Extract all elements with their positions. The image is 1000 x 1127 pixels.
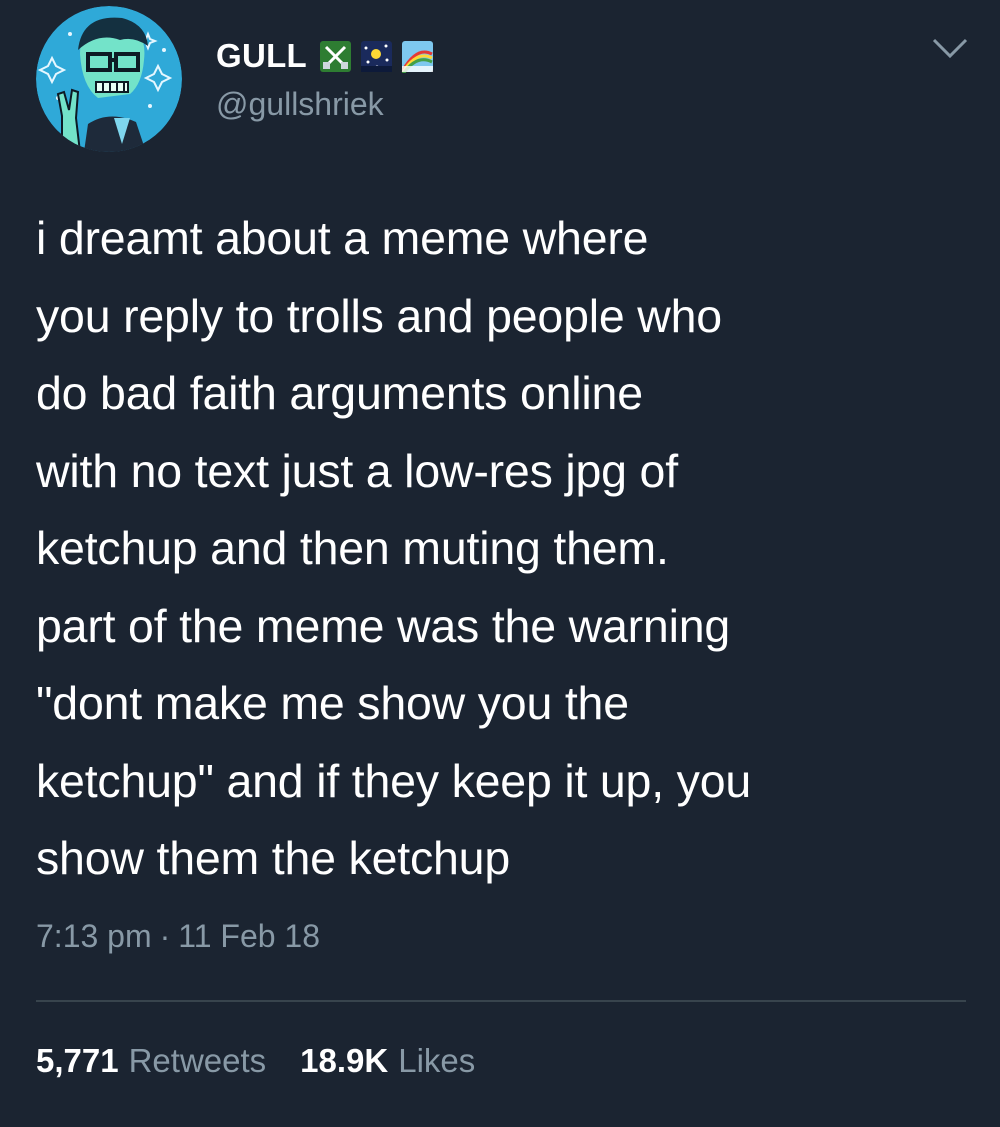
retweets-count[interactable]: 5,771 xyxy=(36,1042,119,1080)
rainbow-emoji-icon xyxy=(401,40,434,73)
crossed-swords-emoji-icon xyxy=(319,40,352,73)
avatar[interactable] xyxy=(36,6,182,152)
retweets-label[interactable]: Retweets xyxy=(129,1042,267,1080)
display-name[interactable]: GULL xyxy=(216,37,307,75)
tweet-time: 7:13 pm xyxy=(36,918,152,954)
tweet: GULL @gullshriek i dreamt about a meme w… xyxy=(0,0,1000,1127)
tweet-stats: 5,771 Retweets 18.9K Likes xyxy=(36,1042,499,1080)
display-name-row[interactable]: GULL xyxy=(216,34,434,78)
timestamp[interactable]: 7:13 pm · 11 Feb 18 xyxy=(36,918,320,955)
chevron-down-icon[interactable] xyxy=(930,36,970,62)
tweet-date: 11 Feb 18 xyxy=(178,918,321,954)
likes-label[interactable]: Likes xyxy=(398,1042,475,1080)
timestamp-separator: · xyxy=(159,918,171,954)
tweet-text: i dreamt about a meme where you reply to… xyxy=(36,212,752,884)
handle[interactable]: @gullshriek xyxy=(216,86,384,123)
likes-count[interactable]: 18.9K xyxy=(300,1042,388,1080)
divider xyxy=(36,1000,966,1002)
night-sky-emoji-icon xyxy=(360,40,393,73)
skeleton-with-glasses-avatar-icon xyxy=(36,6,182,152)
